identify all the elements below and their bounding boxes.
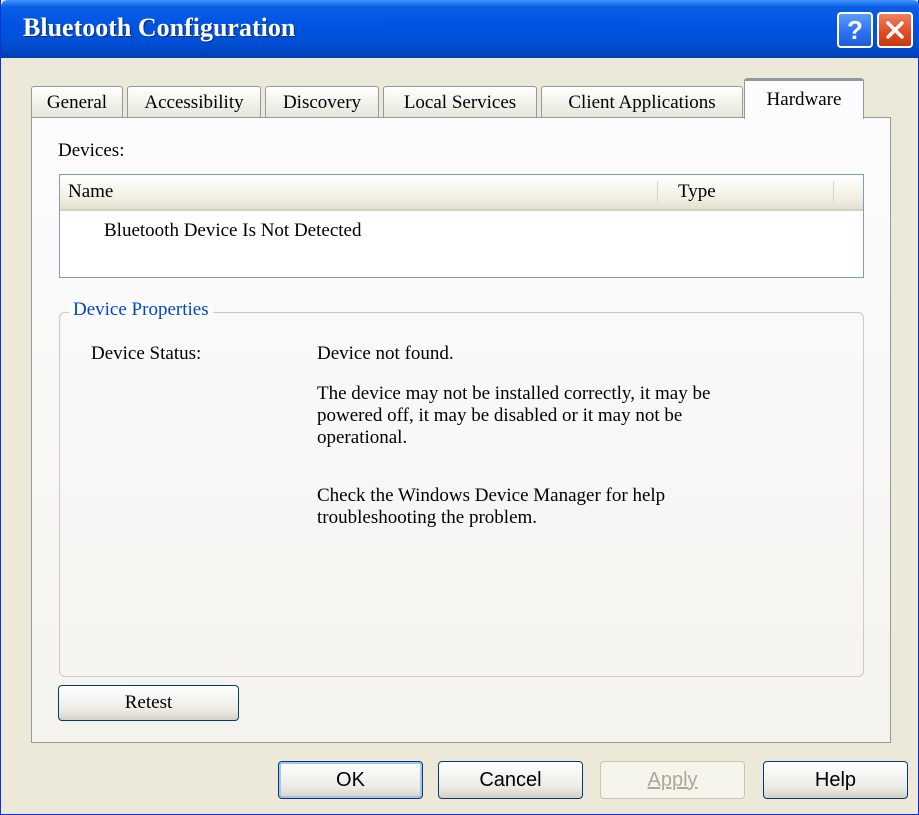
help-footer-button[interactable]: Help [763,761,908,799]
help-button[interactable]: ? [837,12,873,48]
device-status-message: The device may not be installed correctl… [317,383,710,449]
window-title: Bluetooth Configuration [23,13,296,42]
list-item[interactable]: Bluetooth Device Is Not Detected [104,220,361,242]
help-question-icon: ? [847,17,863,43]
column-separator[interactable] [833,181,835,203]
ok-button[interactable]: OK [278,761,423,799]
device-status-label: Device Status: [91,343,202,364]
device-status-value: Device not found. [317,343,454,364]
bluetooth-configuration-window: Bluetooth Configuration ? General Access… [0,0,919,815]
devices-list-header: Name Type [60,175,863,211]
message-line: troubleshooting the problem. [317,507,538,528]
svg-text:?: ? [847,17,863,43]
tab-accessibility[interactable]: Accessibility [127,86,261,118]
column-separator[interactable] [657,181,659,203]
message-line: The device may not be installed correctl… [317,383,711,404]
tab-local-services[interactable]: Local Services [383,86,537,118]
apply-button[interactable]: Apply [600,761,745,799]
message-line: powered off, it may be disabled or it ma… [317,405,683,426]
close-x-icon [886,21,904,39]
devices-list[interactable]: Name Type Bluetooth Device Is Not Detect… [59,174,864,278]
device-properties-title: Device Properties [69,299,213,321]
column-header-name[interactable]: Name [60,175,650,209]
tab-general[interactable]: General [31,86,123,118]
column-header-type[interactable]: Type [670,175,820,209]
title-bar[interactable]: Bluetooth Configuration ? [1,0,919,58]
cancel-button[interactable]: Cancel [438,761,583,799]
message-line: operational. [317,427,408,448]
hardware-tab-panel: Devices: Name Type Bluetooth Device Is N… [31,117,891,743]
troubleshooting-message: Check the Windows Device Manager for hel… [317,485,665,529]
retest-button[interactable]: Retest [58,685,239,721]
tab-client-applications[interactable]: Client Applications [541,86,743,118]
device-properties-group: Device Properties Device Status: Device … [59,299,864,677]
devices-label: Devices: [58,140,125,161]
tab-discovery[interactable]: Discovery [265,86,379,118]
tab-hardware[interactable]: Hardware [744,78,864,119]
message-line: Check the Windows Device Manager for hel… [317,485,666,506]
close-button[interactable] [877,12,913,48]
